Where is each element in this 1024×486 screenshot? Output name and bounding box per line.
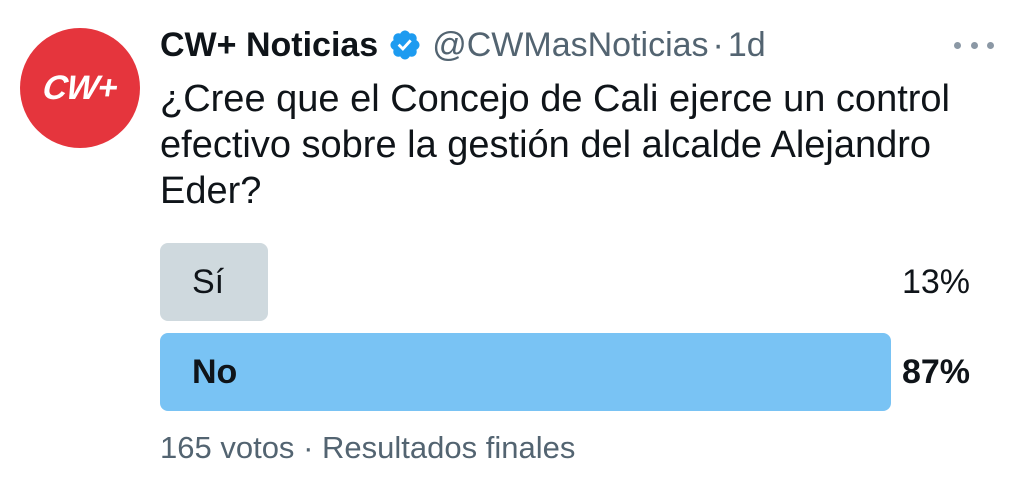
- author-handle[interactable]: @CWMasNoticias: [432, 26, 708, 65]
- poll-option-label: Sí: [192, 263, 225, 301]
- more-dot: [954, 41, 961, 49]
- poll: Sí 13% No 87%: [160, 243, 970, 423]
- poll-result-bar: [160, 333, 891, 411]
- poll-option-si: Sí 13%: [160, 243, 970, 321]
- poll-option-label: No: [192, 353, 238, 391]
- separator-dot: ·: [712, 25, 724, 64]
- separator-dot: ·: [303, 430, 314, 465]
- more-dot: [970, 41, 978, 49]
- more-dot: [987, 41, 994, 49]
- avatar-logo-text: CW+: [40, 68, 120, 107]
- poll-footer: 165 votos · Resultados finales: [160, 430, 575, 466]
- tweet-header: CW+ Noticias @CWMasNoticias · 1d: [160, 22, 766, 68]
- verified-badge-icon[interactable]: [388, 28, 422, 62]
- poll-option-percent: 13%: [901, 263, 970, 301]
- avatar[interactable]: CW+: [20, 28, 140, 148]
- tweet[interactable]: CW+ CW+ Noticias @CWMasNoticias · 1d ¿Cr…: [0, 0, 1024, 486]
- poll-option-percent: 87%: [901, 353, 970, 391]
- tweet-text: ¿Cree que el Concejo de Cali ejerce un c…: [160, 78, 950, 212]
- author-name[interactable]: CW+ Noticias: [160, 26, 378, 65]
- timestamp[interactable]: 1d: [728, 26, 766, 65]
- poll-vote-count: 165 votos: [160, 430, 295, 465]
- poll-option-no: No 87%: [160, 333, 970, 411]
- poll-status: Resultados finales: [322, 430, 576, 465]
- more-options-icon[interactable]: [954, 30, 994, 60]
